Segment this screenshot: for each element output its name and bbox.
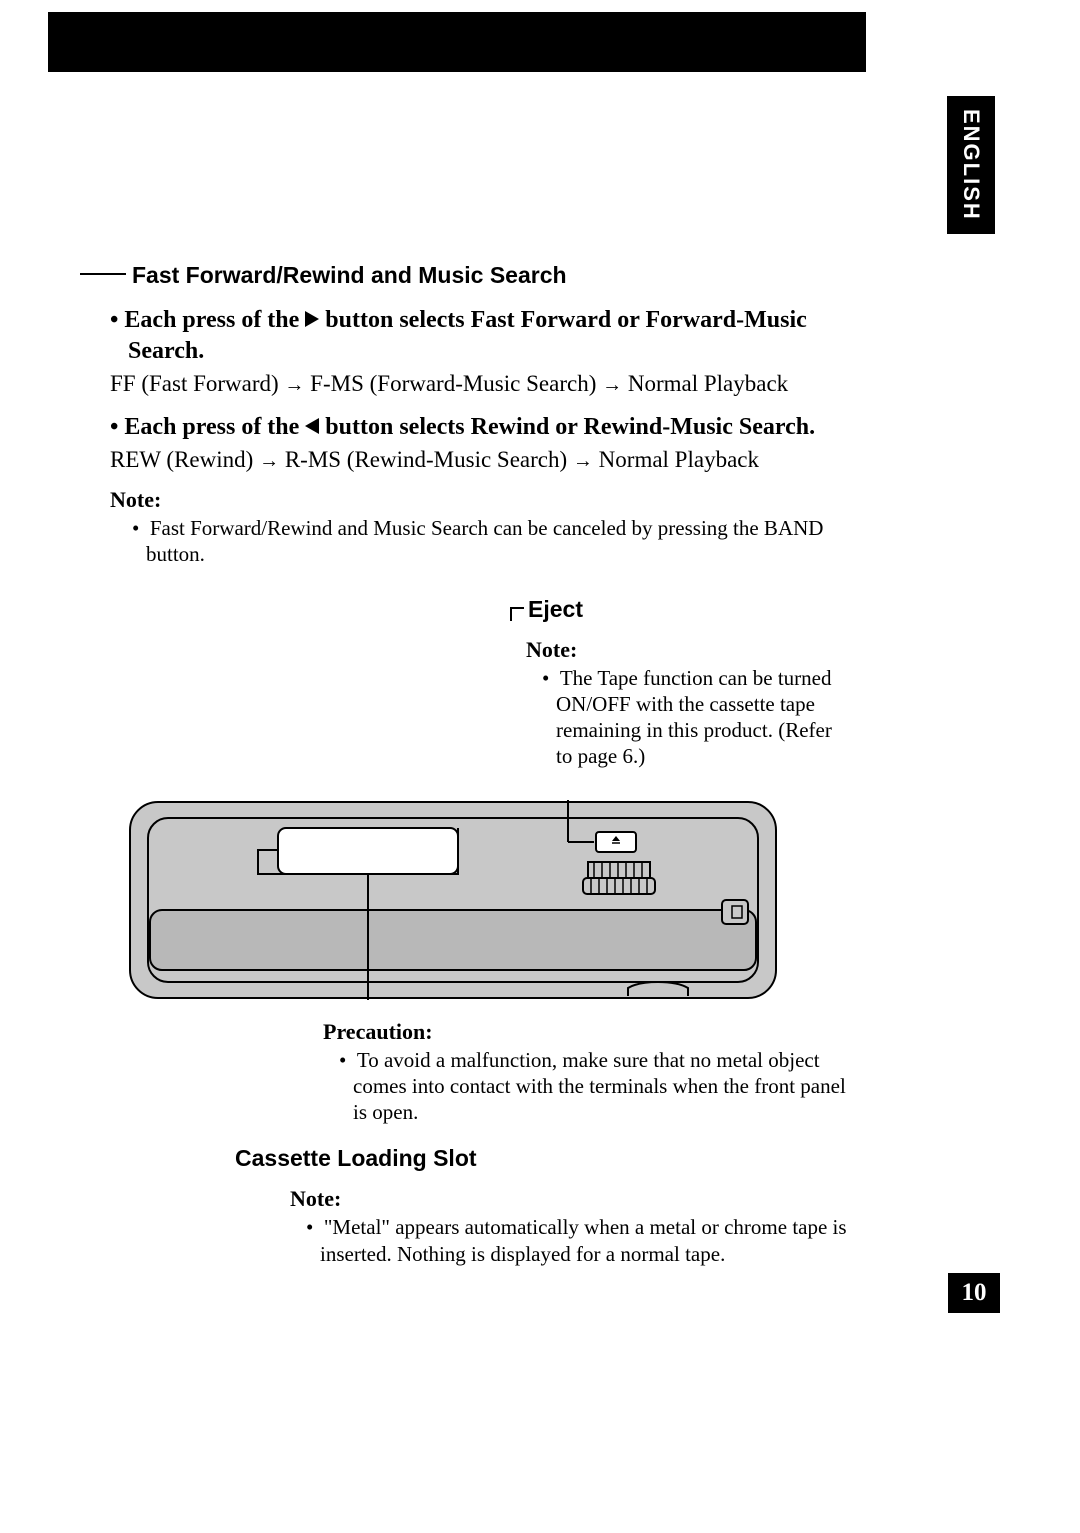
eject-note-block: Note: • The Tape function can be turned … bbox=[526, 637, 846, 770]
precaution-label: Precaution: bbox=[323, 1019, 853, 1045]
eject-note-body: The Tape function can be turned ON/OFF w… bbox=[556, 666, 832, 769]
language-tab: ENGLISH bbox=[947, 96, 995, 234]
arrow-icon: → bbox=[284, 375, 304, 397]
fms-label: F-MS (Forward-Music Search) bbox=[304, 371, 602, 396]
eject-heading-text: Eject bbox=[528, 596, 583, 622]
precaution-block: Precaution: • To avoid a malfunction, ma… bbox=[323, 1019, 853, 1126]
normal-playback-label: Normal Playback bbox=[593, 447, 759, 472]
cassette-note-block: Note: • "Metal" appears automatically wh… bbox=[290, 1186, 850, 1267]
cassette-note-text: • "Metal" appears automatically when a m… bbox=[306, 1214, 850, 1267]
note-body: Fast Forward/Rewind and Music Search can… bbox=[146, 516, 823, 566]
arrow-icon: → bbox=[602, 375, 622, 397]
bullet-char: • bbox=[110, 414, 118, 440]
note-label: Note: bbox=[110, 487, 880, 513]
bullet-forward: • Each press of the button selects Fast … bbox=[110, 305, 880, 367]
detail-forward-sequence: FF (Fast Forward) → F-MS (Forward-Music … bbox=[110, 371, 880, 397]
callout-bracket-icon bbox=[510, 607, 524, 621]
cassette-note-body: "Metal" appears automatically when a met… bbox=[320, 1215, 847, 1265]
eject-note-text: • The Tape function can be turned ON/OFF… bbox=[542, 665, 846, 770]
bullet-char: • bbox=[306, 1215, 313, 1239]
bullet-forward-before: Each press of the bbox=[124, 307, 305, 333]
eject-note-label: Note: bbox=[526, 637, 846, 663]
detail-rewind-sequence: REW (Rewind) → R-MS (Rewind-Music Search… bbox=[110, 447, 880, 473]
section-heading-ffrew: Fast Forward/Rewind and Music Search bbox=[80, 262, 880, 289]
cassette-heading: Cassette Loading Slot bbox=[235, 1145, 880, 1172]
play-left-icon bbox=[305, 418, 319, 434]
bullet-char: • bbox=[339, 1048, 346, 1072]
bullet-rewind: • Each press of the button selects Rewin… bbox=[110, 412, 880, 443]
heading-rule bbox=[80, 273, 126, 275]
bullet-rewind-before: Each press of the bbox=[124, 414, 305, 440]
header-banner bbox=[48, 12, 866, 72]
bullet-rewind-after: button selects Rewind or Rewind-Music Se… bbox=[319, 414, 815, 440]
rms-label: R-MS (Rewind-Music Search) bbox=[279, 447, 573, 472]
rew-label: REW (Rewind) bbox=[110, 447, 259, 472]
cassette-note-label: Note: bbox=[290, 1186, 850, 1212]
bullet-char: • bbox=[542, 666, 549, 690]
arrow-icon: → bbox=[259, 450, 279, 472]
section-fast-forward: Fast Forward/Rewind and Music Search • E… bbox=[60, 262, 880, 568]
cassette-deck-illustration bbox=[128, 800, 778, 1000]
normal-playback-label: Normal Playback bbox=[622, 371, 788, 396]
bullet-char: • bbox=[110, 307, 118, 333]
main-content: Fast Forward/Rewind and Music Search • E… bbox=[60, 262, 880, 1267]
ff-label: FF (Fast Forward) bbox=[110, 371, 284, 396]
precaution-text: • To avoid a malfunction, make sure that… bbox=[339, 1047, 853, 1126]
bullet-char: • bbox=[132, 516, 139, 540]
note-text-ffrew: • Fast Forward/Rewind and Music Search c… bbox=[132, 515, 880, 568]
eject-heading: Eject bbox=[510, 596, 880, 623]
page-number: 10 bbox=[948, 1273, 1000, 1313]
precaution-body: To avoid a malfunction, make sure that n… bbox=[353, 1048, 846, 1125]
heading-text: Fast Forward/Rewind and Music Search bbox=[132, 262, 567, 288]
arrow-icon: → bbox=[573, 450, 593, 472]
play-right-icon bbox=[305, 311, 319, 327]
